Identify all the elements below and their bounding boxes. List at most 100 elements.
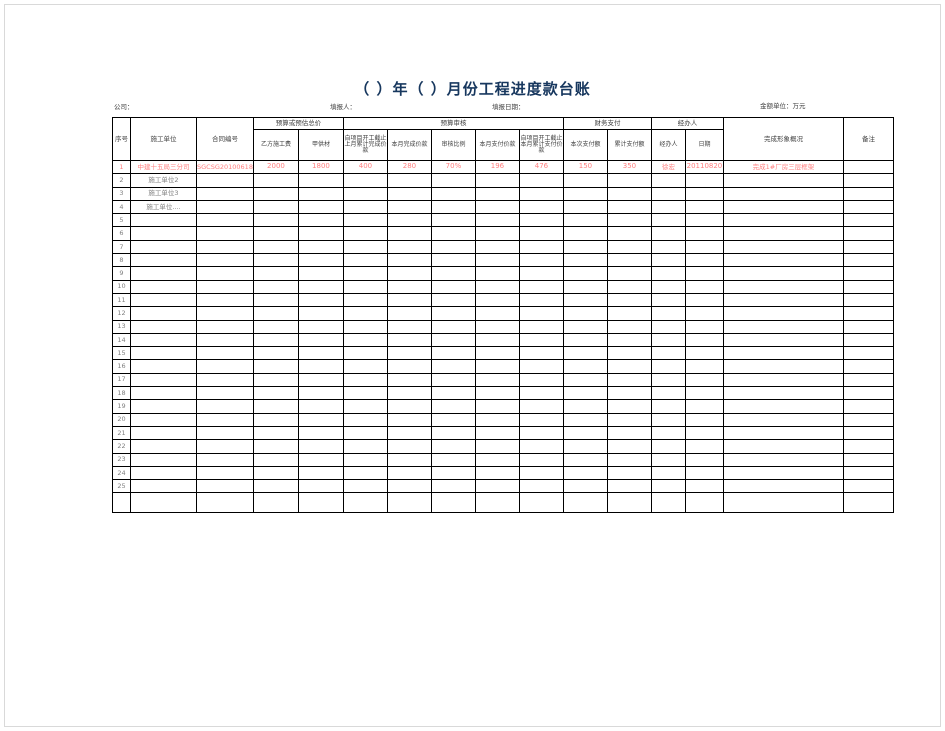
cell-current-month-payment[interactable] xyxy=(474,386,520,401)
cell-accum-this-month-payment[interactable]: 476 xyxy=(518,159,564,175)
cell-accum-last-month-completed[interactable] xyxy=(342,492,388,514)
cell-remarks[interactable] xyxy=(842,372,894,388)
cell-current-payment-amount[interactable] xyxy=(562,359,608,374)
cell-current-month-completed[interactable] xyxy=(386,319,432,334)
cell-construction-unit[interactable] xyxy=(130,306,197,321)
cell-current-month-payment[interactable] xyxy=(474,319,520,334)
cell-seq[interactable]: 8 xyxy=(112,253,131,268)
cell-review-ratio[interactable] xyxy=(430,213,476,228)
cell-handler[interactable]: 徐宏 xyxy=(650,159,686,175)
table-row[interactable]: 6 xyxy=(112,226,894,241)
cell-contract-no[interactable] xyxy=(196,239,254,255)
cell-review-ratio[interactable]: 70% xyxy=(430,159,476,175)
cell-accum-last-month-completed[interactable]: 400 xyxy=(342,159,388,175)
cell-construction-unit[interactable] xyxy=(130,439,197,454)
cell-progress-summary[interactable] xyxy=(722,213,844,228)
cell-current-month-completed[interactable] xyxy=(386,372,432,388)
cell-review-ratio[interactable] xyxy=(430,465,476,481)
cell-party-a-material[interactable] xyxy=(297,346,344,361)
cell-party-b-fee[interactable] xyxy=(252,199,299,215)
cell-current-month-payment[interactable] xyxy=(474,292,520,308)
cell-accum-this-month-payment[interactable] xyxy=(518,319,564,334)
cell-party-b-fee[interactable] xyxy=(252,412,299,427)
cell-contract-no[interactable] xyxy=(196,479,254,494)
cell-party-a-material[interactable] xyxy=(297,479,344,494)
cell-accum-payment-amount[interactable] xyxy=(606,425,652,441)
table-row[interactable]: 4 施工单位.... xyxy=(112,199,894,215)
cell-remarks[interactable] xyxy=(842,332,894,348)
table-row[interactable]: 22 xyxy=(112,439,894,454)
cell-current-month-completed[interactable] xyxy=(386,186,432,201)
cell-accum-this-month-payment[interactable] xyxy=(518,279,564,294)
cell-remarks[interactable] xyxy=(842,412,894,427)
cell-accum-this-month-payment[interactable] xyxy=(518,186,564,201)
cell-accum-payment-amount[interactable] xyxy=(606,279,652,294)
cell-current-month-payment[interactable] xyxy=(474,332,520,348)
cell-accum-this-month-payment[interactable] xyxy=(518,359,564,374)
table-row[interactable]: 5 xyxy=(112,213,894,228)
cell-accum-this-month-payment[interactable] xyxy=(518,425,564,441)
cell-party-b-fee[interactable] xyxy=(252,386,299,401)
cell-seq[interactable]: 9 xyxy=(112,266,131,281)
cell-accum-this-month-payment[interactable] xyxy=(518,372,564,388)
cell-accum-payment-amount[interactable] xyxy=(606,253,652,268)
cell-accum-this-month-payment[interactable] xyxy=(518,439,564,454)
cell-party-b-fee[interactable] xyxy=(252,226,299,241)
cell-party-a-material[interactable] xyxy=(297,386,344,401)
cell-accum-last-month-completed[interactable] xyxy=(342,425,388,441)
cell-accum-last-month-completed[interactable] xyxy=(342,279,388,294)
cell-review-ratio[interactable] xyxy=(430,372,476,388)
cell-remarks[interactable] xyxy=(842,279,894,294)
cell-current-month-completed[interactable] xyxy=(386,306,432,321)
cell-seq[interactable]: 3 xyxy=(112,186,131,201)
cell-accum-this-month-payment[interactable] xyxy=(518,386,564,401)
cell-contract-no[interactable] xyxy=(196,452,254,467)
cell-seq[interactable]: 16 xyxy=(112,359,131,374)
cell-progress-summary[interactable] xyxy=(722,492,844,514)
cell-handler[interactable] xyxy=(650,465,686,481)
cell-current-month-payment[interactable] xyxy=(474,173,520,188)
cell-contract-no[interactable] xyxy=(196,306,254,321)
cell-construction-unit[interactable] xyxy=(130,359,197,374)
cell-progress-summary[interactable] xyxy=(722,372,844,388)
cell-remarks[interactable] xyxy=(842,186,894,201)
cell-accum-payment-amount[interactable] xyxy=(606,266,652,281)
cell-progress-summary[interactable] xyxy=(722,452,844,467)
cell-date[interactable] xyxy=(684,359,724,374)
table-row[interactable]: 10 xyxy=(112,279,894,294)
cell-current-month-payment[interactable] xyxy=(474,359,520,374)
cell-seq[interactable]: 24 xyxy=(112,465,131,481)
cell-progress-summary[interactable] xyxy=(722,186,844,201)
cell-date[interactable] xyxy=(684,253,724,268)
cell-accum-payment-amount[interactable] xyxy=(606,332,652,348)
cell-current-month-completed[interactable] xyxy=(386,359,432,374)
cell-party-b-fee[interactable] xyxy=(252,213,299,228)
cell-remarks[interactable] xyxy=(842,346,894,361)
cell-construction-unit[interactable]: 施工单位2 xyxy=(130,173,197,188)
cell-current-payment-amount[interactable] xyxy=(562,439,608,454)
cell-accum-payment-amount[interactable] xyxy=(606,186,652,201)
cell-seq[interactable]: 12 xyxy=(112,306,131,321)
cell-party-a-material[interactable] xyxy=(297,199,344,215)
cell-date[interactable] xyxy=(684,199,724,215)
cell-current-month-payment[interactable] xyxy=(474,213,520,228)
cell-remarks[interactable] xyxy=(842,306,894,321)
cell-review-ratio[interactable] xyxy=(430,452,476,467)
cell-review-ratio[interactable] xyxy=(430,226,476,241)
cell-seq[interactable]: 15 xyxy=(112,346,131,361)
cell-party-a-material[interactable]: 1800 xyxy=(297,159,344,175)
cell-accum-this-month-payment[interactable] xyxy=(518,412,564,427)
cell-review-ratio[interactable] xyxy=(430,332,476,348)
cell-party-b-fee[interactable] xyxy=(252,492,299,514)
cell-construction-unit[interactable] xyxy=(130,479,197,494)
table-row[interactable]: 16 xyxy=(112,359,894,374)
cell-current-month-payment[interactable] xyxy=(474,399,520,414)
cell-handler[interactable] xyxy=(650,213,686,228)
cell-current-month-payment[interactable] xyxy=(474,465,520,481)
cell-party-a-material[interactable] xyxy=(297,213,344,228)
cell-review-ratio[interactable] xyxy=(430,399,476,414)
cell-current-month-payment[interactable] xyxy=(474,186,520,201)
cell-current-payment-amount[interactable] xyxy=(562,346,608,361)
cell-seq[interactable]: 22 xyxy=(112,439,131,454)
cell-remarks[interactable] xyxy=(842,213,894,228)
